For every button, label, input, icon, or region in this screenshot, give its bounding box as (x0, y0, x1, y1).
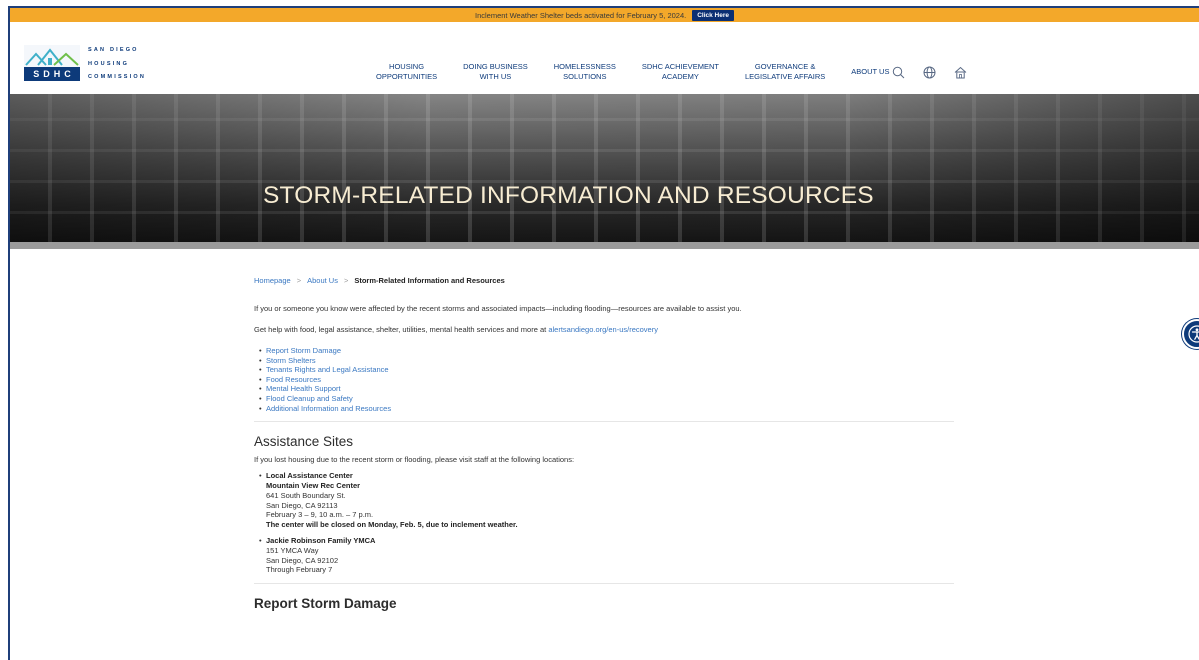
site-header: SDHC SAN DIEGO HOUSING COMMISSION HOUSIN… (10, 22, 1199, 94)
logo-wordmark: SAN DIEGO HOUSING COMMISSION (80, 45, 146, 81)
breadcrumb-current: Storm-Related Information and Resources (354, 276, 505, 285)
link-additional-info[interactable]: Additional Information and Resources (259, 404, 954, 414)
link-flood-cleanup[interactable]: Flood Cleanup and Safety (259, 394, 954, 404)
main-content: Homepage > About Us > Storm-Related Info… (254, 276, 954, 611)
main-nav: HOUSING OPPORTUNITIES DOING BUSINESS WIT… (376, 62, 915, 82)
quick-links-list: Report Storm Damage Storm Shelters Tenan… (254, 346, 954, 413)
section-divider (254, 421, 954, 423)
link-report-storm-damage[interactable]: Report Storm Damage (259, 346, 954, 356)
nav-label-line-2: WITH US (479, 72, 512, 81)
search-icon[interactable] (892, 66, 905, 81)
site-street: 641 South Boundary St. (266, 490, 346, 500)
nav-housing-opportunities[interactable]: HOUSING OPPORTUNITIES (376, 62, 437, 82)
site-street: 151 YMCA Way (266, 545, 319, 555)
globe-icon[interactable] (923, 66, 936, 81)
assistance-sites-list: Local Assistance Center Mountain View Re… (254, 471, 954, 575)
nav-doing-business[interactable]: DOING BUSINESS WITH US (463, 62, 528, 82)
intro-help-text: Get help with food, legal assistance, sh… (254, 325, 549, 334)
nav-label-line-1: HOUSING (389, 62, 425, 71)
home-icon[interactable] (954, 66, 967, 81)
site-local-assistance-center: Local Assistance Center Mountain View Re… (259, 471, 954, 530)
site-city: San Diego, CA 92102 (266, 555, 339, 565)
hero-divider (10, 242, 1199, 249)
site-name: Local Assistance Center (266, 471, 353, 481)
intro-paragraph: If you or someone you know were affected… (254, 304, 742, 313)
breadcrumb-homepage[interactable]: Homepage (254, 276, 291, 285)
breadcrumb-separator: > (343, 276, 349, 285)
link-storm-shelters[interactable]: Storm Shelters (259, 356, 954, 366)
nav-label-line-1: ABOUT US (851, 67, 890, 76)
nav-label-line-1: GOVERNANCE & (754, 62, 816, 71)
site-name: Jackie Robinson Family YMCA (266, 535, 376, 545)
header-icons (892, 66, 967, 81)
nav-label-line-1: HOMELESSNESS (553, 62, 616, 71)
link-tenants-rights[interactable]: Tenants Rights and Legal Assistance (259, 365, 954, 375)
alertsandiego-link[interactable]: alertsandiego.org/en-us/recovery (548, 325, 658, 334)
breadcrumb: Homepage > About Us > Storm-Related Info… (254, 276, 954, 285)
nav-label-line-1: DOING BUSINESS (463, 62, 528, 71)
nav-label-line-1: SDHC ACHIEVEMENT (641, 62, 719, 71)
alert-text: Inclement Weather Shelter beds activated… (474, 10, 687, 20)
site-jackie-robinson-ymca: Jackie Robinson Family YMCA 151 YMCA Way… (259, 535, 954, 575)
logo-sdhc-text: SDHC (24, 67, 80, 81)
logo-line-3: COMMISSION (88, 74, 147, 80)
logo-line-1: SAN DIEGO (88, 47, 139, 53)
breadcrumb-about-us[interactable]: About Us (307, 276, 338, 285)
logo-roofs-icon (24, 45, 80, 67)
nav-label-line-2: SOLUTIONS (563, 72, 607, 81)
nav-achievement-academy[interactable]: SDHC ACHIEVEMENT ACADEMY (642, 62, 719, 82)
nav-label-line-2: LEGISLATIVE AFFAIRS (744, 72, 826, 81)
site-hours: Through February 7 (266, 565, 333, 575)
assistance-intro: If you lost housing due to the recent st… (254, 455, 575, 465)
link-mental-health[interactable]: Mental Health Support (259, 384, 954, 394)
nav-about-us[interactable]: ABOUT US (851, 67, 889, 77)
page-title: STORM-RELATED INFORMATION AND RESOURCES (263, 182, 874, 209)
assistance-sites-heading: Assistance Sites (254, 434, 354, 450)
site-notice: The center will be closed on Monday, Feb… (266, 520, 518, 530)
nav-homelessness-solutions[interactable]: HOMELESSNESS SOLUTIONS (554, 62, 616, 82)
report-storm-damage-heading: Report Storm Damage (254, 596, 397, 612)
hero-banner: STORM-RELATED INFORMATION AND RESOURCES (10, 94, 1199, 242)
link-food-resources[interactable]: Food Resources (259, 375, 954, 385)
alert-banner: Inclement Weather Shelter beds activated… (10, 8, 1199, 22)
nav-governance[interactable]: GOVERNANCE & LEGISLATIVE AFFAIRS (745, 62, 825, 82)
nav-label-line-2: ACADEMY (661, 72, 699, 81)
site-hours: February 3 – 9, 10 a.m. – 7 p.m. (266, 510, 374, 520)
site-city: San Diego, CA 92113 (266, 500, 338, 510)
hero-overlay (10, 94, 1199, 242)
intro-help-paragraph: Get help with food, legal assistance, sh… (254, 325, 954, 335)
breadcrumb-separator: > (296, 276, 302, 285)
logo-mark: SDHC (24, 45, 80, 81)
sdhc-logo[interactable]: SDHC SAN DIEGO HOUSING COMMISSION (24, 45, 146, 81)
section-divider (254, 583, 954, 585)
site-venue: Mountain View Rec Center (266, 480, 361, 490)
alert-click-here-button[interactable]: Click Here (692, 9, 735, 21)
nav-label-line-2: OPPORTUNITIES (376, 72, 438, 81)
logo-line-2: HOUSING (88, 60, 130, 67)
